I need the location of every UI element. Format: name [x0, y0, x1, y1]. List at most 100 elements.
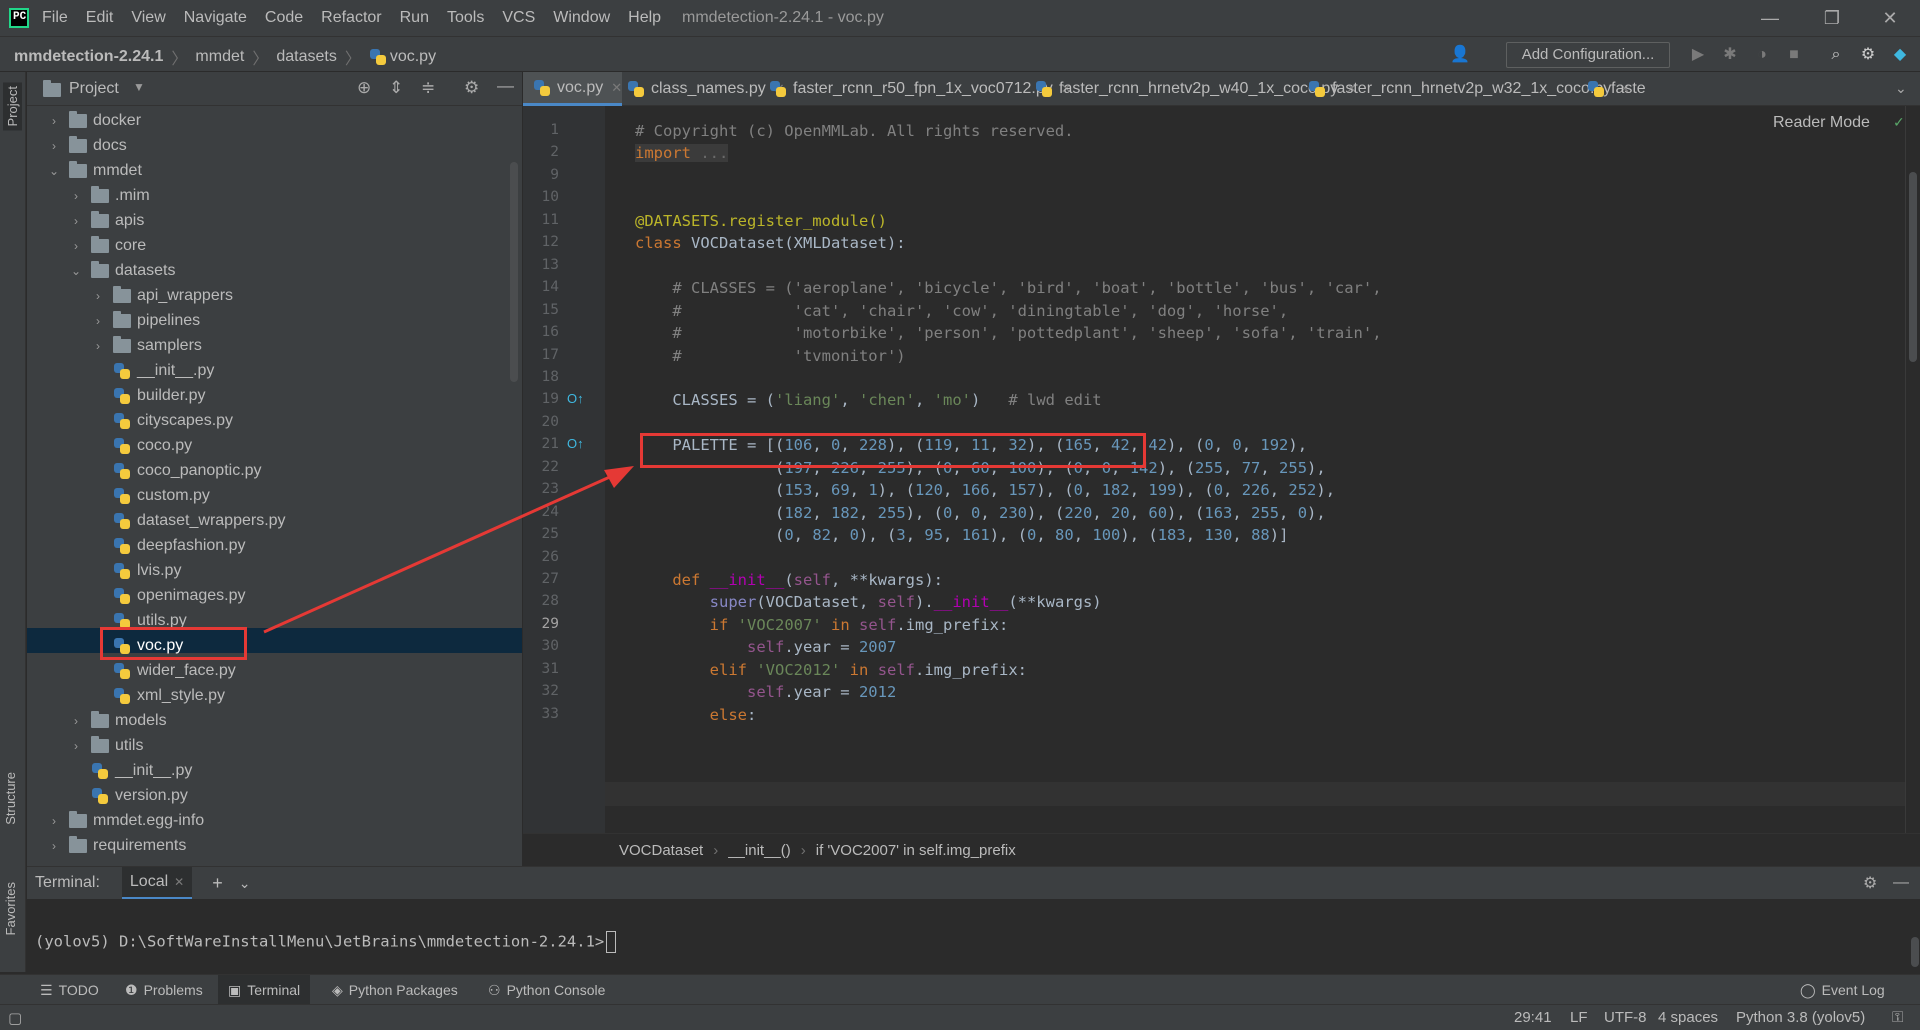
menu-window[interactable]: Window	[553, 9, 610, 27]
terminal-tab-local[interactable]: Local ✕	[121, 867, 193, 899]
file-encoding[interactable]: UTF-8	[1604, 1009, 1647, 1026]
code-line[interactable]: super(VOCDataset, self).__init__(**kwarg…	[635, 593, 1102, 611]
code-line[interactable]: self.year = 2007	[635, 638, 896, 656]
crumb-method[interactable]: __init__()	[728, 842, 791, 859]
run-icon[interactable]: ▶	[1688, 45, 1708, 65]
tree-file[interactable]: coco.py	[91, 433, 192, 458]
code-line[interactable]: class VOCDataset(XMLDataset):	[635, 234, 906, 252]
tab-favorites-side[interactable]: Favorites	[3, 882, 18, 935]
chevron-right-icon[interactable]: ›	[91, 339, 105, 353]
breadcrumb-project[interactable]: mmdetection-2.24.1	[14, 48, 163, 66]
tree-folder[interactable]: › docker	[47, 108, 141, 133]
breadcrumb-file[interactable]: voc.py	[390, 48, 436, 66]
tree-file[interactable]: openimages.py	[91, 583, 246, 608]
chevron-down-icon[interactable]: ⌄	[239, 875, 251, 892]
breadcrumb-datasets[interactable]: datasets	[276, 48, 336, 66]
python-packages-button[interactable]: ◈ Python Packages	[322, 975, 468, 1005]
code-line[interactable]: # CLASSES = ('aeroplane', 'bicycle', 'bi…	[635, 279, 1381, 297]
code-line[interactable]: # 'tvmonitor')	[635, 347, 905, 365]
reader-mode-button[interactable]: Reader Mode	[1773, 114, 1870, 132]
chevron-right-icon[interactable]: ›	[47, 139, 61, 153]
code-line[interactable]: self.year = 2012	[635, 683, 896, 701]
chevron-right-icon[interactable]: ›	[69, 214, 83, 228]
code-line[interactable]: @DATASETS.register_module()	[635, 212, 887, 230]
tab-structure-side[interactable]: Structure	[3, 772, 18, 825]
tree-folder[interactable]: › requirements	[47, 833, 186, 858]
chevron-right-icon[interactable]: ›	[91, 314, 105, 328]
tree-folder[interactable]: › pipelines	[91, 308, 200, 333]
code-line[interactable]: # Copyright (c) OpenMMLab. All rights re…	[635, 122, 1074, 140]
chevron-down-icon[interactable]: ⌄	[47, 164, 61, 178]
override-icon[interactable]: O↑	[567, 391, 584, 406]
chevron-down-icon[interactable]: ⌄	[69, 264, 83, 278]
code-line[interactable]: elif 'VOC2012' in self.img_prefix:	[635, 661, 1027, 679]
chevron-right-icon[interactable]: ›	[47, 839, 61, 853]
caret-position[interactable]: 29:41	[1514, 1009, 1552, 1026]
locate-icon[interactable]: ⊕	[357, 78, 371, 98]
menu-refactor[interactable]: Refactor	[321, 9, 381, 27]
override-icon[interactable]: O↑	[567, 436, 584, 451]
editor-tab[interactable]: voc.py ✕	[523, 72, 623, 106]
event-log-button[interactable]: ◯ Event Log	[1790, 975, 1895, 1005]
tree-folder[interactable]: › docs	[47, 133, 127, 158]
code-line[interactable]: def __init__(self, **kwargs):	[635, 571, 943, 589]
user-icon[interactable]: 👤	[1450, 45, 1470, 65]
menu-run[interactable]: Run	[400, 9, 429, 27]
close-icon[interactable]: ✕	[1878, 6, 1902, 30]
tree-file[interactable]: __init__.py	[91, 358, 214, 383]
line-separator[interactable]: LF	[1570, 1009, 1588, 1026]
stop-icon[interactable]: ■	[1784, 45, 1804, 65]
project-title[interactable]: Project	[69, 80, 119, 98]
chevron-right-icon[interactable]: ›	[69, 714, 83, 728]
code-line[interactable]: (153, 69, 1), (120, 166, 157), (0, 182, …	[635, 481, 1335, 499]
code-line[interactable]: # 'cat', 'chair', 'cow', 'diningtable', …	[635, 302, 1288, 320]
breadcrumb-mmdet[interactable]: mmdet	[195, 48, 244, 66]
tree-folder[interactable]: ⌄ mmdet	[47, 158, 142, 183]
layout-icon[interactable]: ▢	[8, 1009, 22, 1027]
chevron-right-icon[interactable]: ›	[69, 739, 83, 753]
terminal-button[interactable]: ▣ Terminal	[218, 975, 311, 1005]
tree-file[interactable]: wider_face.py	[91, 658, 236, 683]
menu-tools[interactable]: Tools	[447, 9, 484, 27]
tree-folder[interactable]: ⌄ datasets	[69, 258, 175, 283]
code-line[interactable]: (0, 82, 0), (3, 95, 161), (0, 80, 100), …	[635, 526, 1288, 544]
tree-folder[interactable]: › core	[69, 233, 146, 258]
tree-file[interactable]: cityscapes.py	[91, 408, 233, 433]
menu-code[interactable]: Code	[265, 9, 303, 27]
new-terminal-icon[interactable]: +	[212, 873, 223, 894]
code-line[interactable]: else:	[635, 706, 757, 724]
menu-help[interactable]: Help	[628, 9, 661, 27]
chevron-right-icon[interactable]: ›	[47, 114, 61, 128]
editor-scroll-thumb[interactable]	[1909, 172, 1917, 362]
hide-panel-icon[interactable]: —	[497, 76, 514, 96]
tree-file[interactable]: version.py	[69, 783, 188, 808]
close-tab-icon[interactable]: ✕	[174, 875, 184, 889]
expand-all-icon[interactable]: ⇕	[389, 78, 403, 98]
tree-folder[interactable]: › .mim	[69, 183, 150, 208]
settings-icon[interactable]: ⚙	[1858, 45, 1878, 65]
tree-file[interactable]: builder.py	[91, 383, 206, 408]
code-line[interactable]: # 'motorbike', 'person', 'pottedplant', …	[635, 324, 1381, 342]
problems-button[interactable]: ❶ Problems	[115, 975, 213, 1005]
crumb-statement[interactable]: if 'VOC2007' in self.img_prefix	[816, 842, 1016, 859]
tree-file[interactable]: __init__.py	[69, 758, 192, 783]
minimize-icon[interactable]: —	[1758, 6, 1782, 30]
menu-file[interactable]: File	[42, 9, 68, 27]
menu-edit[interactable]: Edit	[86, 9, 114, 27]
terminal-prompt-line[interactable]: (yolov5) D:\SoftWareInstallMenu\JetBrain…	[35, 931, 617, 953]
terminal-scrollbar[interactable]	[1911, 937, 1919, 967]
tree-folder[interactable]: › models	[69, 708, 167, 733]
tree-file[interactable]: coco_panoptic.py	[91, 458, 262, 483]
tree-file[interactable]: xml_style.py	[91, 683, 225, 708]
python-console-button[interactable]: ⚇ Python Console	[478, 975, 615, 1005]
tree-file[interactable]: lvis.py	[91, 558, 181, 583]
add-configuration-button[interactable]: Add Configuration...	[1506, 42, 1670, 68]
search-icon[interactable]: ⌕	[1826, 45, 1846, 65]
chevron-right-icon[interactable]: ›	[91, 289, 105, 303]
gear-icon[interactable]: ⚙	[464, 78, 479, 98]
chevron-down-icon[interactable]: ⌄	[1895, 80, 1907, 97]
chevron-down-icon[interactable]: ▼	[133, 80, 145, 94]
crumb-class[interactable]: VOCDataset	[619, 842, 703, 859]
restore-icon[interactable]: ❐	[1820, 6, 1844, 30]
tree-folder[interactable]: › samplers	[91, 333, 202, 358]
